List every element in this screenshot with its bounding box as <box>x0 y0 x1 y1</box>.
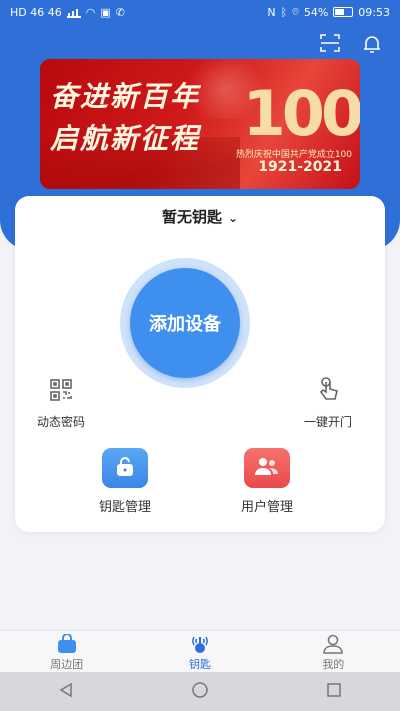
banner-slogan-line2: 启航新征程 <box>50 122 201 155</box>
back-icon[interactable] <box>58 682 74 702</box>
tab-key-label: 钥匙 <box>188 658 211 671</box>
add-device-button[interactable]: 添加设备 <box>130 268 240 378</box>
banner-years: 1921-2021 <box>258 159 342 175</box>
key-manage-icon-box <box>102 448 148 488</box>
nfc-icon: N <box>267 5 276 19</box>
dynamic-password-button[interactable]: 动态密码 <box>37 378 85 430</box>
scan-icon[interactable] <box>320 34 340 54</box>
tab-mine[interactable]: 我的 <box>293 632 373 672</box>
battery-icon <box>333 7 354 17</box>
chevron-down-icon: ⌄ <box>227 211 239 225</box>
status-bar: HD 46 46 ◠ ▣ ✆ N ᛒ ⌾ 54% 09:53 <box>0 0 400 24</box>
key-manage-button[interactable]: 钥匙管理 <box>99 448 151 515</box>
network-indicator: HD 46 46 <box>10 5 62 19</box>
user-manage-label: 用户管理 <box>241 500 294 515</box>
key-signal-icon <box>187 632 213 654</box>
banner-slogan-line1: 奋进新百年 <box>50 80 201 113</box>
call-icon: ✆ <box>115 5 125 19</box>
recents-icon[interactable] <box>326 682 342 702</box>
user-manage-icon-box <box>244 448 290 488</box>
tap-hand-icon <box>316 376 340 405</box>
person-icon <box>322 632 344 654</box>
promo-banner[interactable]: 奋进新百年 启航新征程 100 热烈庆祝中国共产党成立100 1921-2021 <box>40 59 360 189</box>
status-right: N ᛒ ⌾ 54% 09:53 <box>267 5 390 19</box>
key-selector-label: 暂无钥匙 <box>161 208 222 226</box>
bell-icon[interactable] <box>362 34 382 54</box>
one-key-open-button[interactable]: 一键开门 <box>304 376 352 430</box>
signal-icon <box>66 7 81 18</box>
dynamic-password-label: 动态密码 <box>37 415 86 429</box>
qr-code-icon <box>49 378 73 405</box>
key-manage-label: 钥匙管理 <box>99 500 152 515</box>
bluetooth-icon: ᛒ <box>280 5 288 19</box>
clock: 09:53 <box>358 5 390 19</box>
header-actions <box>320 34 382 54</box>
app-notification-icon: ▣ <box>100 5 111 19</box>
system-navigation-bar <box>0 672 400 711</box>
home-icon[interactable] <box>191 681 209 703</box>
unlock-icon <box>114 455 136 481</box>
bottom-tab-bar: 周边团 钥匙 我的 <box>0 630 400 673</box>
tab-mine-label: 我的 <box>322 658 345 671</box>
users-icon <box>254 456 280 480</box>
add-device-label: 添加设备 <box>149 314 221 335</box>
one-key-open-label: 一键开门 <box>304 415 353 429</box>
tab-nearby[interactable]: 周边团 <box>27 632 107 672</box>
bag-icon <box>56 632 78 654</box>
banner-number: 100 <box>242 77 360 150</box>
tab-nearby-label: 周边团 <box>50 658 84 671</box>
location-icon: ⌾ <box>292 5 299 18</box>
add-device-ring: 添加设备 <box>120 258 250 388</box>
wifi-icon: ◠ <box>85 5 96 19</box>
key-selector[interactable]: 暂无钥匙 ⌄ <box>15 206 385 227</box>
key-card: 暂无钥匙 ⌄ 添加设备 动态密码 一键开门 钥匙管理 用户管理 <box>15 196 385 532</box>
battery-percent: 54% <box>303 5 329 19</box>
status-left: HD 46 46 ◠ ▣ ✆ <box>10 6 125 19</box>
tab-key[interactable]: 钥匙 <box>160 632 240 672</box>
user-manage-button[interactable]: 用户管理 <box>241 448 293 515</box>
